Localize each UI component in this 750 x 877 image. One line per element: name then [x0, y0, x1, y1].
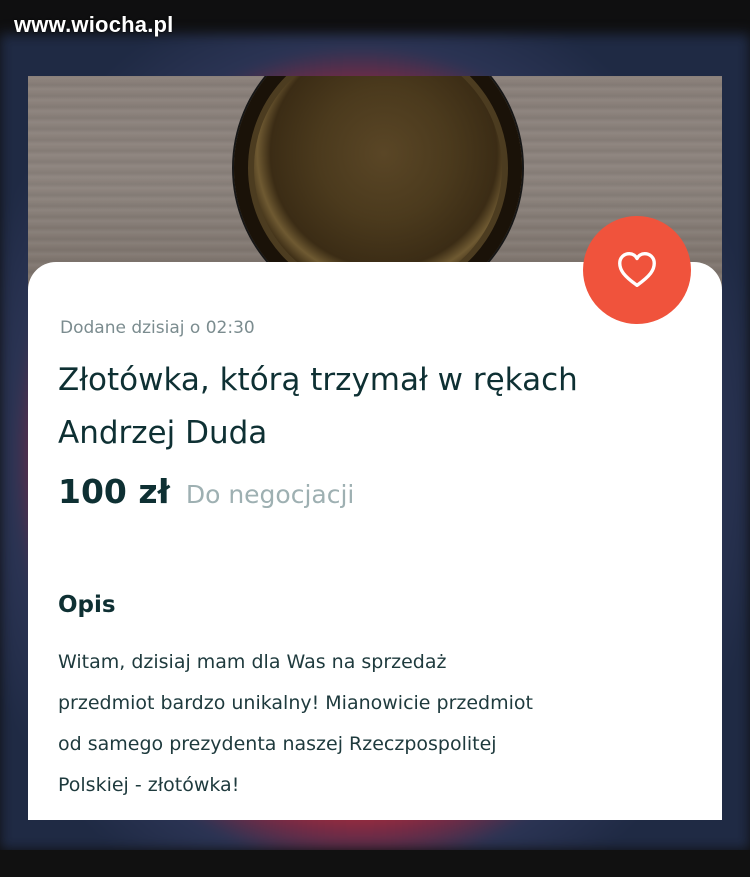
coin-rim — [234, 76, 522, 290]
listing-date: Dodane dzisiaj o 02:30 — [60, 318, 255, 338]
bottom-bar — [0, 850, 750, 877]
description-heading: Opis — [58, 592, 116, 618]
description-text: Witam, dzisiaj mam dla Was na sprzedaż p… — [58, 642, 698, 806]
listing-title: Złotówka, którą trzymał w rękach Andrzej… — [58, 354, 648, 460]
description-line: od samego prezydenta naszej Rzeczpospoli… — [58, 733, 497, 755]
description-line: Witam, dzisiaj mam dla Was na sprzedaż — [58, 651, 447, 673]
negotiable-label: Do negocjacji — [185, 480, 355, 509]
coin-image — [234, 76, 522, 290]
watermark: www.wiocha.pl — [14, 12, 174, 37]
listing-card: Dodane dzisiaj o 02:30 Złotówka, którą t… — [28, 262, 722, 820]
screenshot-frame: www.wiocha.pl Dodane dzisiaj o 02:30 Zło… — [0, 0, 750, 877]
price-row: 100 zł Do negocjacji — [58, 472, 354, 511]
listing-title-line: Andrzej Duda — [58, 415, 268, 451]
listing-price: 100 zł — [58, 472, 170, 511]
heart-icon — [618, 252, 656, 288]
description-line: Polskiej - złotówka! — [58, 774, 240, 796]
favorite-button[interactable] — [583, 216, 691, 324]
listing-title-line: Złotówka, którą trzymał w rękach — [58, 362, 578, 398]
description-line: przedmiot bardzo unikalny! Mianowicie pr… — [58, 692, 533, 714]
